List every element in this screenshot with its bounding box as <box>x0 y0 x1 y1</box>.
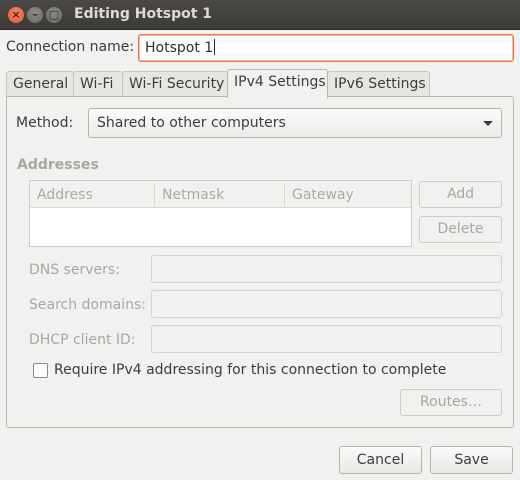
dns-servers-label: DNS servers: <box>29 262 120 278</box>
connection-name-label: Connection name: <box>6 39 135 55</box>
window-title: Editing Hotspot 1 <box>74 6 213 22</box>
add-address-button[interactable]: Add <box>419 181 502 208</box>
tab-ipv6-settings[interactable]: IPv6 Settings <box>327 71 430 97</box>
close-icon[interactable]: × <box>8 7 24 23</box>
addresses-table[interactable]: Address Netmask Gateway <box>29 180 412 247</box>
addresses-table-header: Address Netmask Gateway <box>30 181 411 208</box>
method-value: Shared to other computers <box>97 115 286 131</box>
column-gateway[interactable]: Gateway <box>292 187 354 203</box>
minimize-icon[interactable]: – <box>27 7 43 23</box>
edit-connection-window: × – □ Editing Hotspot 1 Connection name:… <box>0 0 520 480</box>
column-divider <box>154 183 155 206</box>
dns-servers-input[interactable] <box>151 255 502 283</box>
delete-address-button[interactable]: Delete <box>419 216 502 243</box>
search-domains-input[interactable] <box>151 290 502 318</box>
connection-name-input[interactable]: Hotspot 1 <box>138 34 514 62</box>
routes-button[interactable]: Routes… <box>400 389 502 416</box>
save-button[interactable]: Save <box>430 446 513 474</box>
column-address[interactable]: Address <box>37 187 93 203</box>
column-divider <box>284 183 285 206</box>
tab-wifi[interactable]: Wi-Fi <box>73 71 123 97</box>
method-label: Method: <box>16 115 74 131</box>
maximize-icon[interactable]: □ <box>46 7 62 23</box>
tab-ipv4-settings[interactable]: IPv4 Settings <box>227 69 328 98</box>
tab-general[interactable]: General <box>6 71 74 97</box>
title-bar: × – □ Editing Hotspot 1 <box>0 0 520 30</box>
require-ipv4-label[interactable]: Require IPv4 addressing for this connect… <box>54 362 446 378</box>
search-domains-label: Search domains: <box>29 297 146 313</box>
tab-wifi-security[interactable]: Wi-Fi Security <box>122 71 228 97</box>
cancel-button[interactable]: Cancel <box>339 446 422 474</box>
dhcp-client-id-input[interactable] <box>151 325 502 353</box>
require-ipv4-checkbox[interactable] <box>33 363 48 378</box>
connection-name-value: Hotspot 1 <box>145 40 214 56</box>
method-dropdown[interactable]: Shared to other computers <box>88 108 502 138</box>
column-netmask[interactable]: Netmask <box>162 187 224 203</box>
dhcp-client-id-label: DHCP client ID: <box>29 332 136 348</box>
text-caret <box>214 39 216 55</box>
chevron-down-icon <box>483 121 493 126</box>
addresses-section-title: Addresses <box>17 157 99 173</box>
